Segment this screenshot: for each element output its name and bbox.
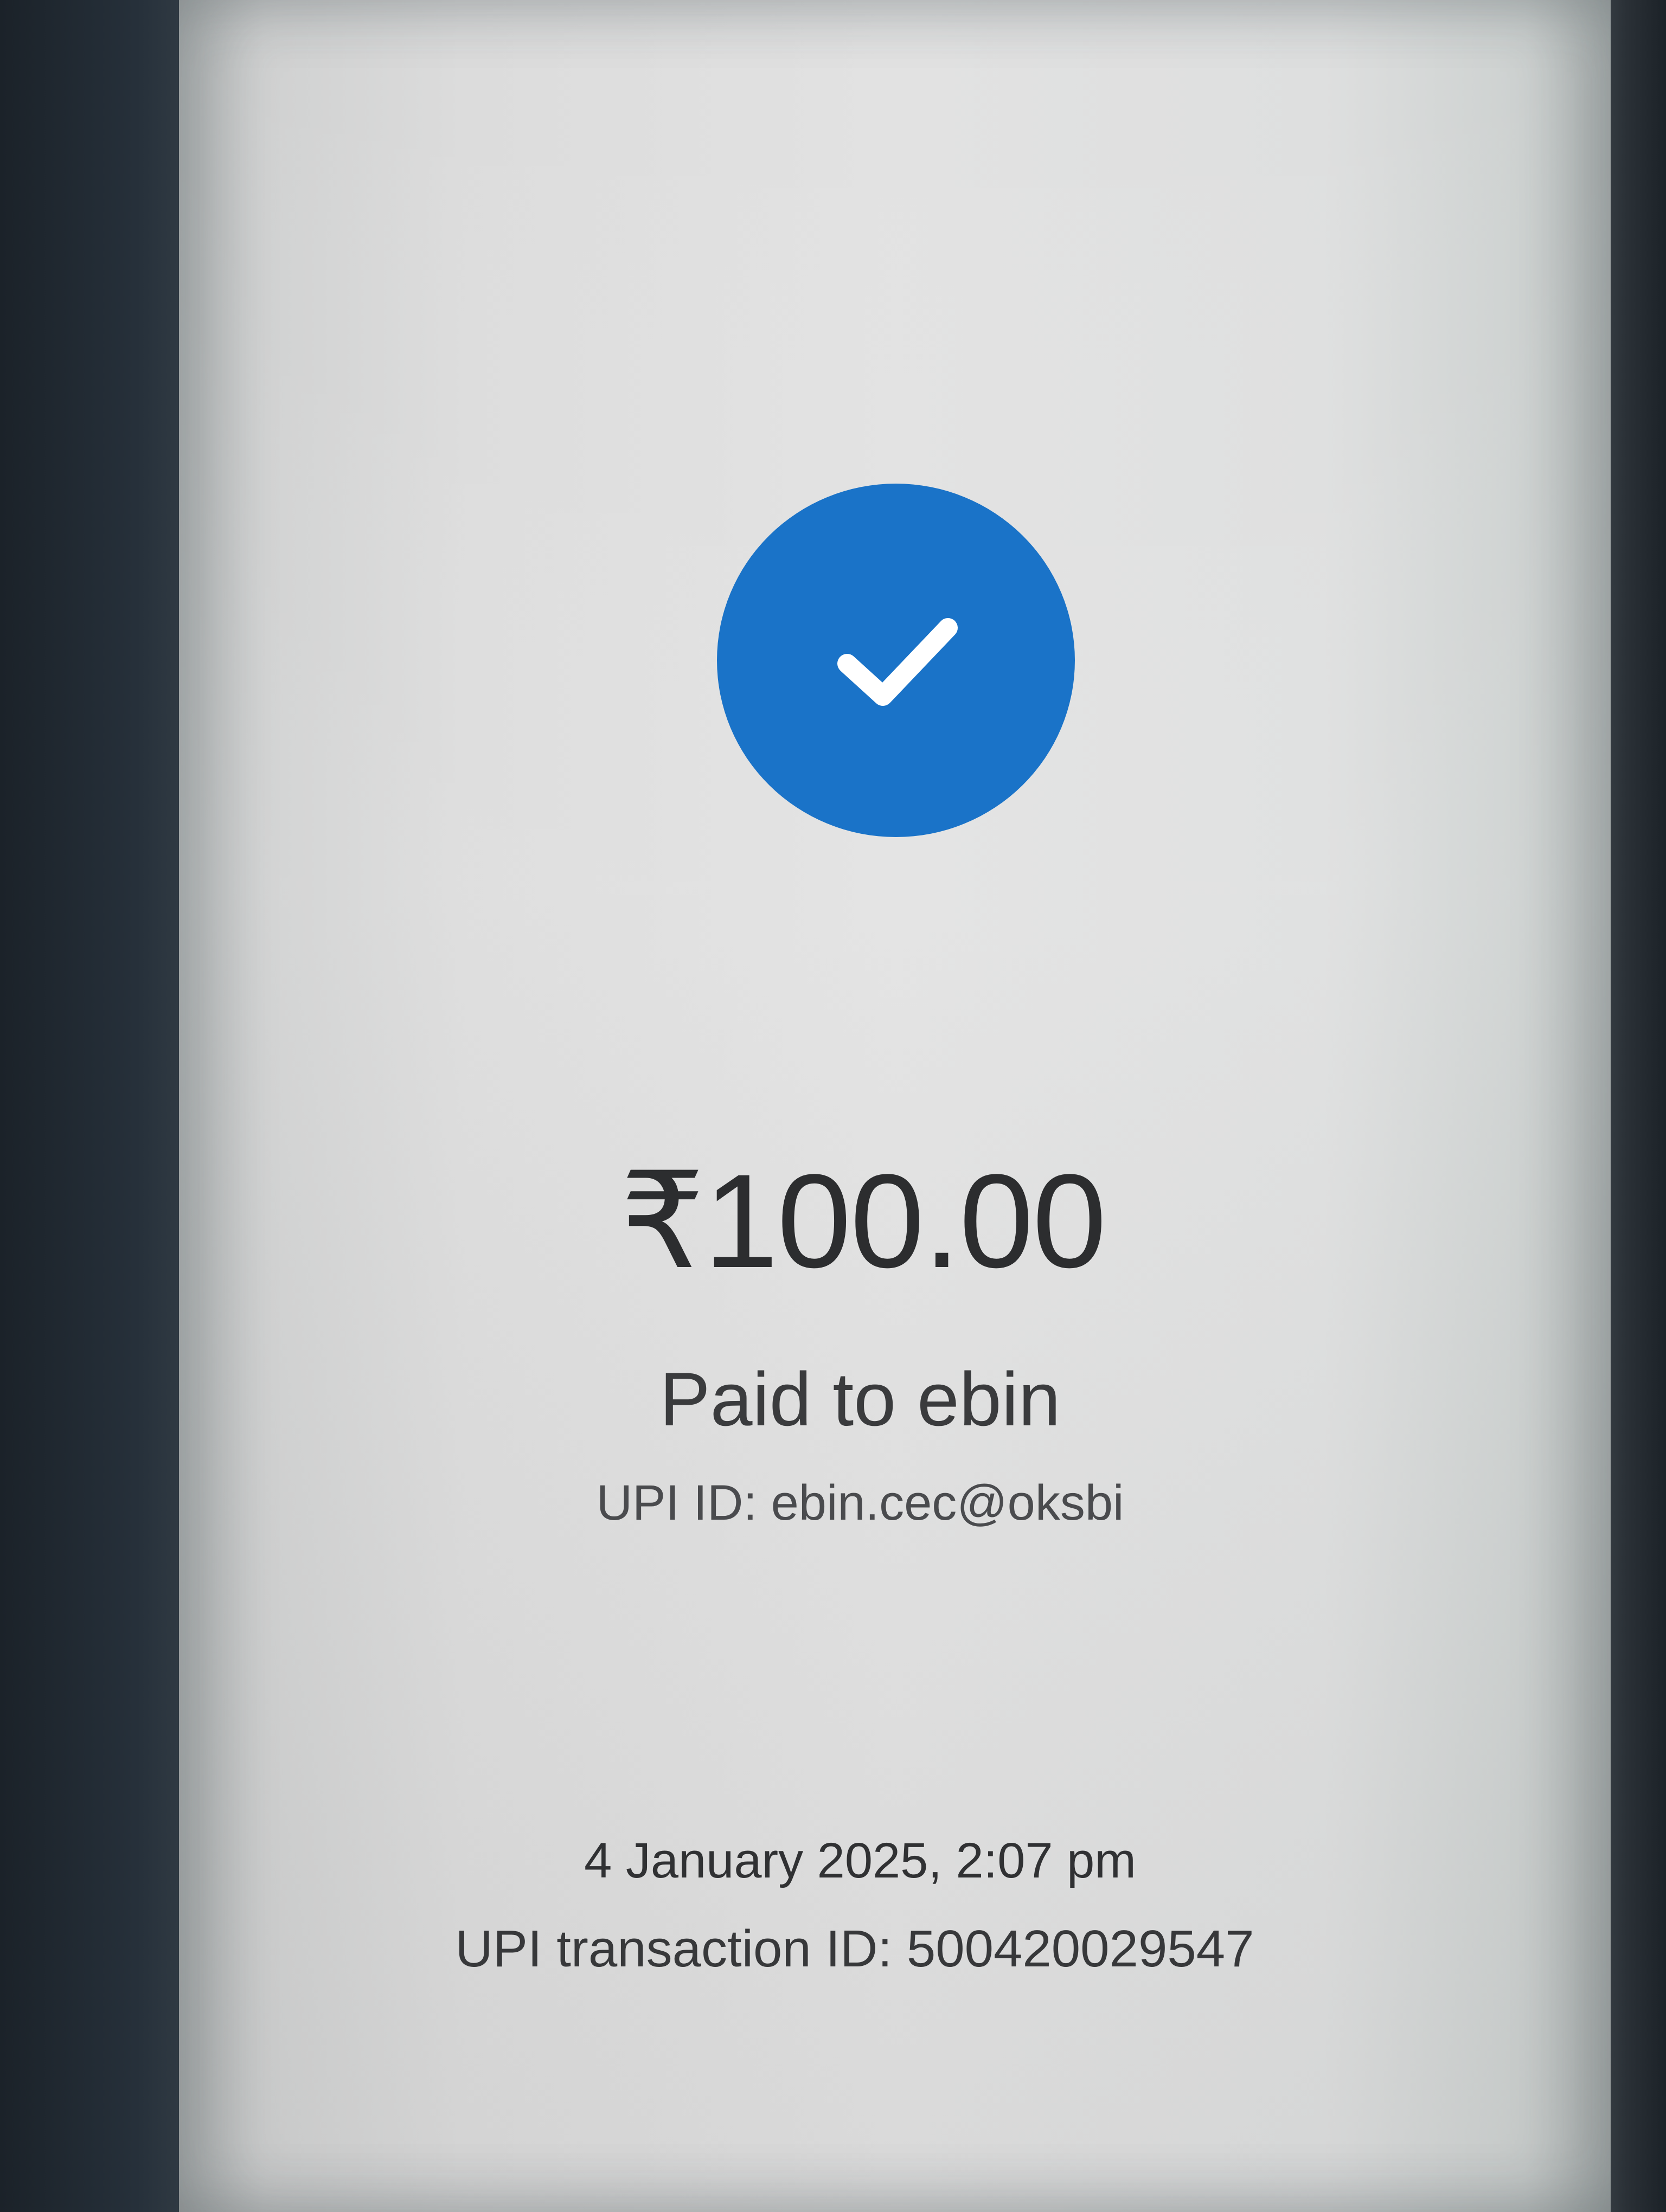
payment-timestamp: 4 January 2025, 2:07 pm [584,1833,1136,1888]
payment-amount: ₹100.00 [620,1147,1107,1296]
check-icon [837,618,958,706]
recipient-label: Paid to ebin [659,1356,1061,1442]
success-badge [717,484,1075,837]
transaction-id: UPI transaction ID: 500420029547 [455,1920,1254,1978]
recipient-upi-id: UPI ID: ebin.cec@oksbi [596,1475,1124,1531]
